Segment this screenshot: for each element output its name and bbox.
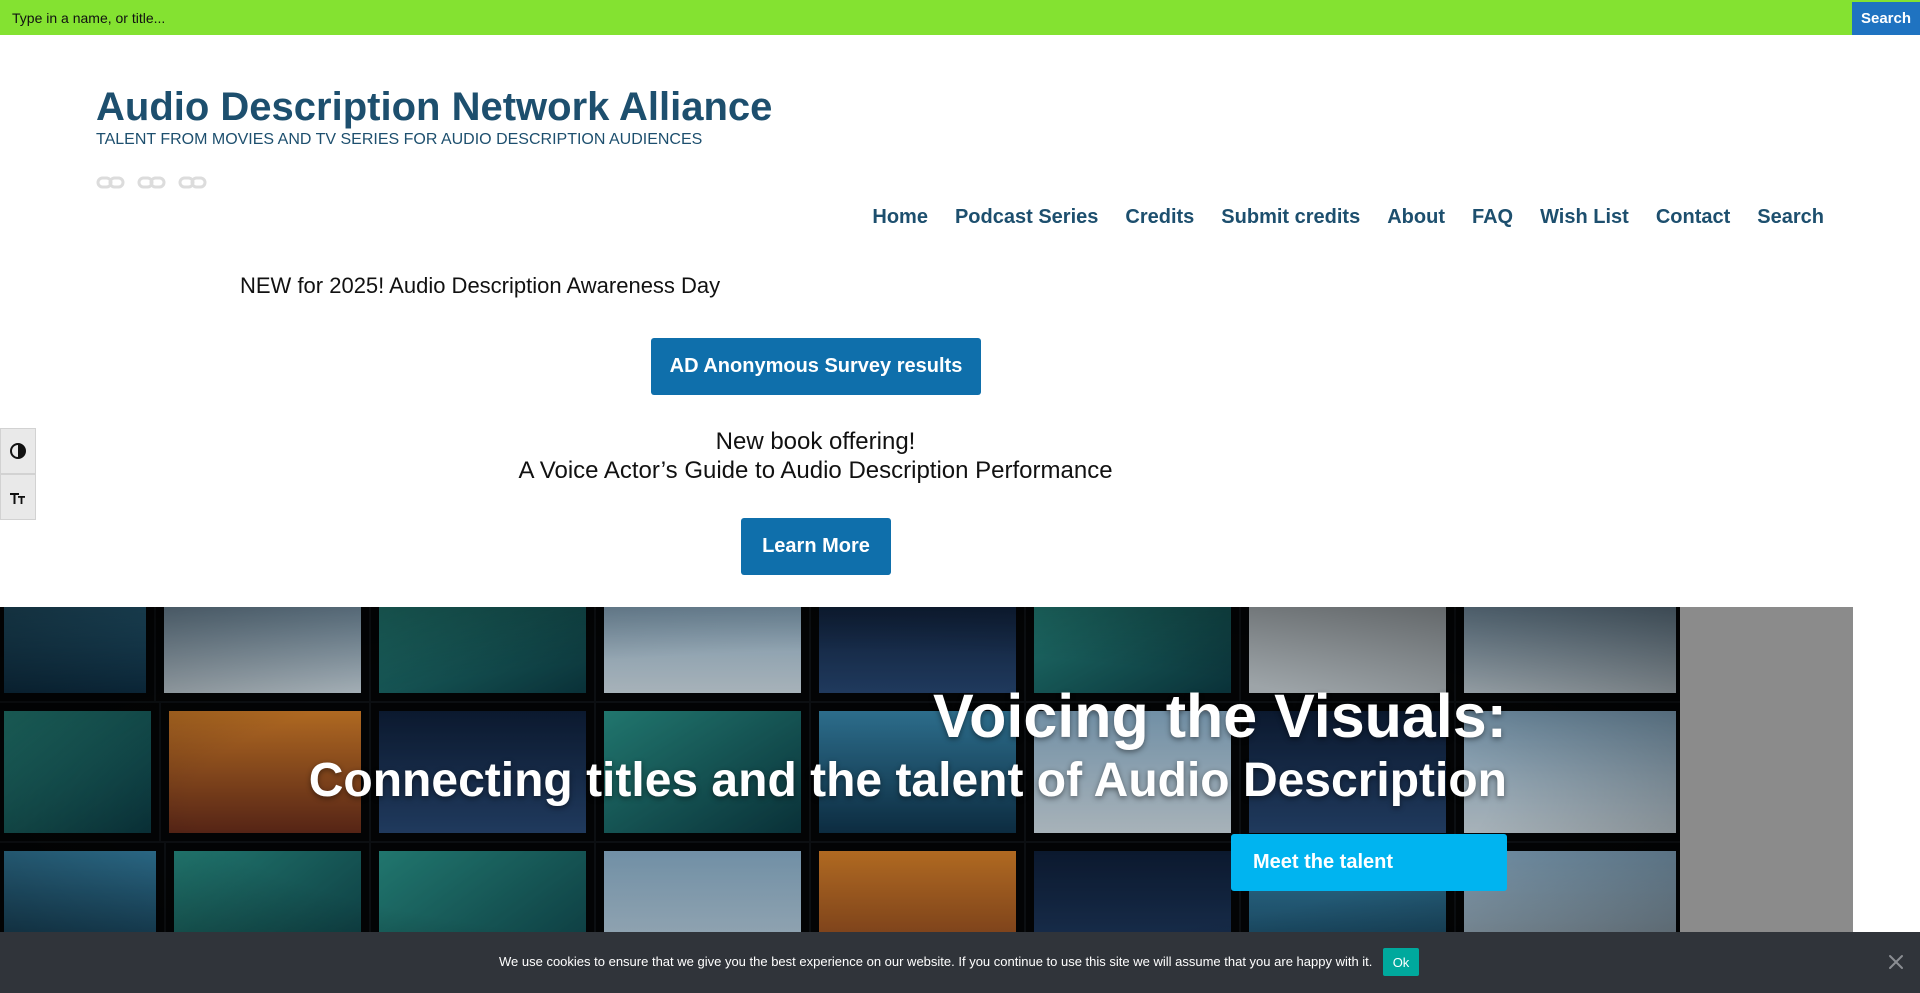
hero-subtitle: Connecting titles and the talent of Audi… [308,754,1507,807]
book-offering-title: A Voice Actor’s Guide to Audio Descripti… [518,457,1113,484]
site-title[interactable]: Audio Description Network Alliance [96,82,772,132]
nav-faq[interactable]: FAQ [1472,206,1513,229]
hero-title: Voicing the Visuals: [933,682,1507,750]
search-button[interactable]: Search [1852,2,1920,35]
nav-submit-credits[interactable]: Submit credits [1221,206,1360,229]
nav-search[interactable]: Search [1757,206,1824,229]
nav-about[interactable]: About [1387,206,1445,229]
cookie-ok-button[interactable]: Ok [1383,948,1419,976]
link-icon [96,176,125,189]
social-link-3[interactable] [178,172,207,194]
nav-podcast-series[interactable]: Podcast Series [955,206,1098,229]
meet-the-talent-button[interactable]: Meet the talent [1231,834,1507,891]
nav-credits[interactable]: Credits [1125,206,1194,229]
survey-results-button[interactable]: AD Anonymous Survey results [651,338,981,395]
close-icon[interactable] [1886,952,1906,972]
learn-more-button[interactable]: Learn More [741,518,891,575]
social-link-2[interactable] [137,172,166,194]
cookie-message: We use cookies to ensure that we give yo… [499,954,1373,969]
book-offering: New book offering! A Voice Actor’s Guide… [0,427,1631,485]
nav-wish-list[interactable]: Wish List [1540,206,1629,229]
font-size-icon [10,493,25,504]
site-tagline: TALENT FROM MOVIES AND TV SERIES FOR AUD… [96,131,703,148]
link-icon [178,176,207,189]
top-search-bar: Search [0,0,1920,35]
awareness-day-notice[interactable]: NEW for 2025! Audio Description Awarenes… [240,273,720,299]
book-offering-heading: New book offering! [715,428,916,455]
social-link-1[interactable] [96,172,125,194]
main-nav: Home Podcast Series Credits Submit credi… [872,206,1824,229]
social-links [96,172,207,194]
nav-contact[interactable]: Contact [1656,206,1730,229]
cookie-banner: We use cookies to ensure that we give yo… [0,932,1920,993]
search-input[interactable] [0,0,1850,35]
nav-home[interactable]: Home [872,206,928,229]
link-icon [137,176,166,189]
